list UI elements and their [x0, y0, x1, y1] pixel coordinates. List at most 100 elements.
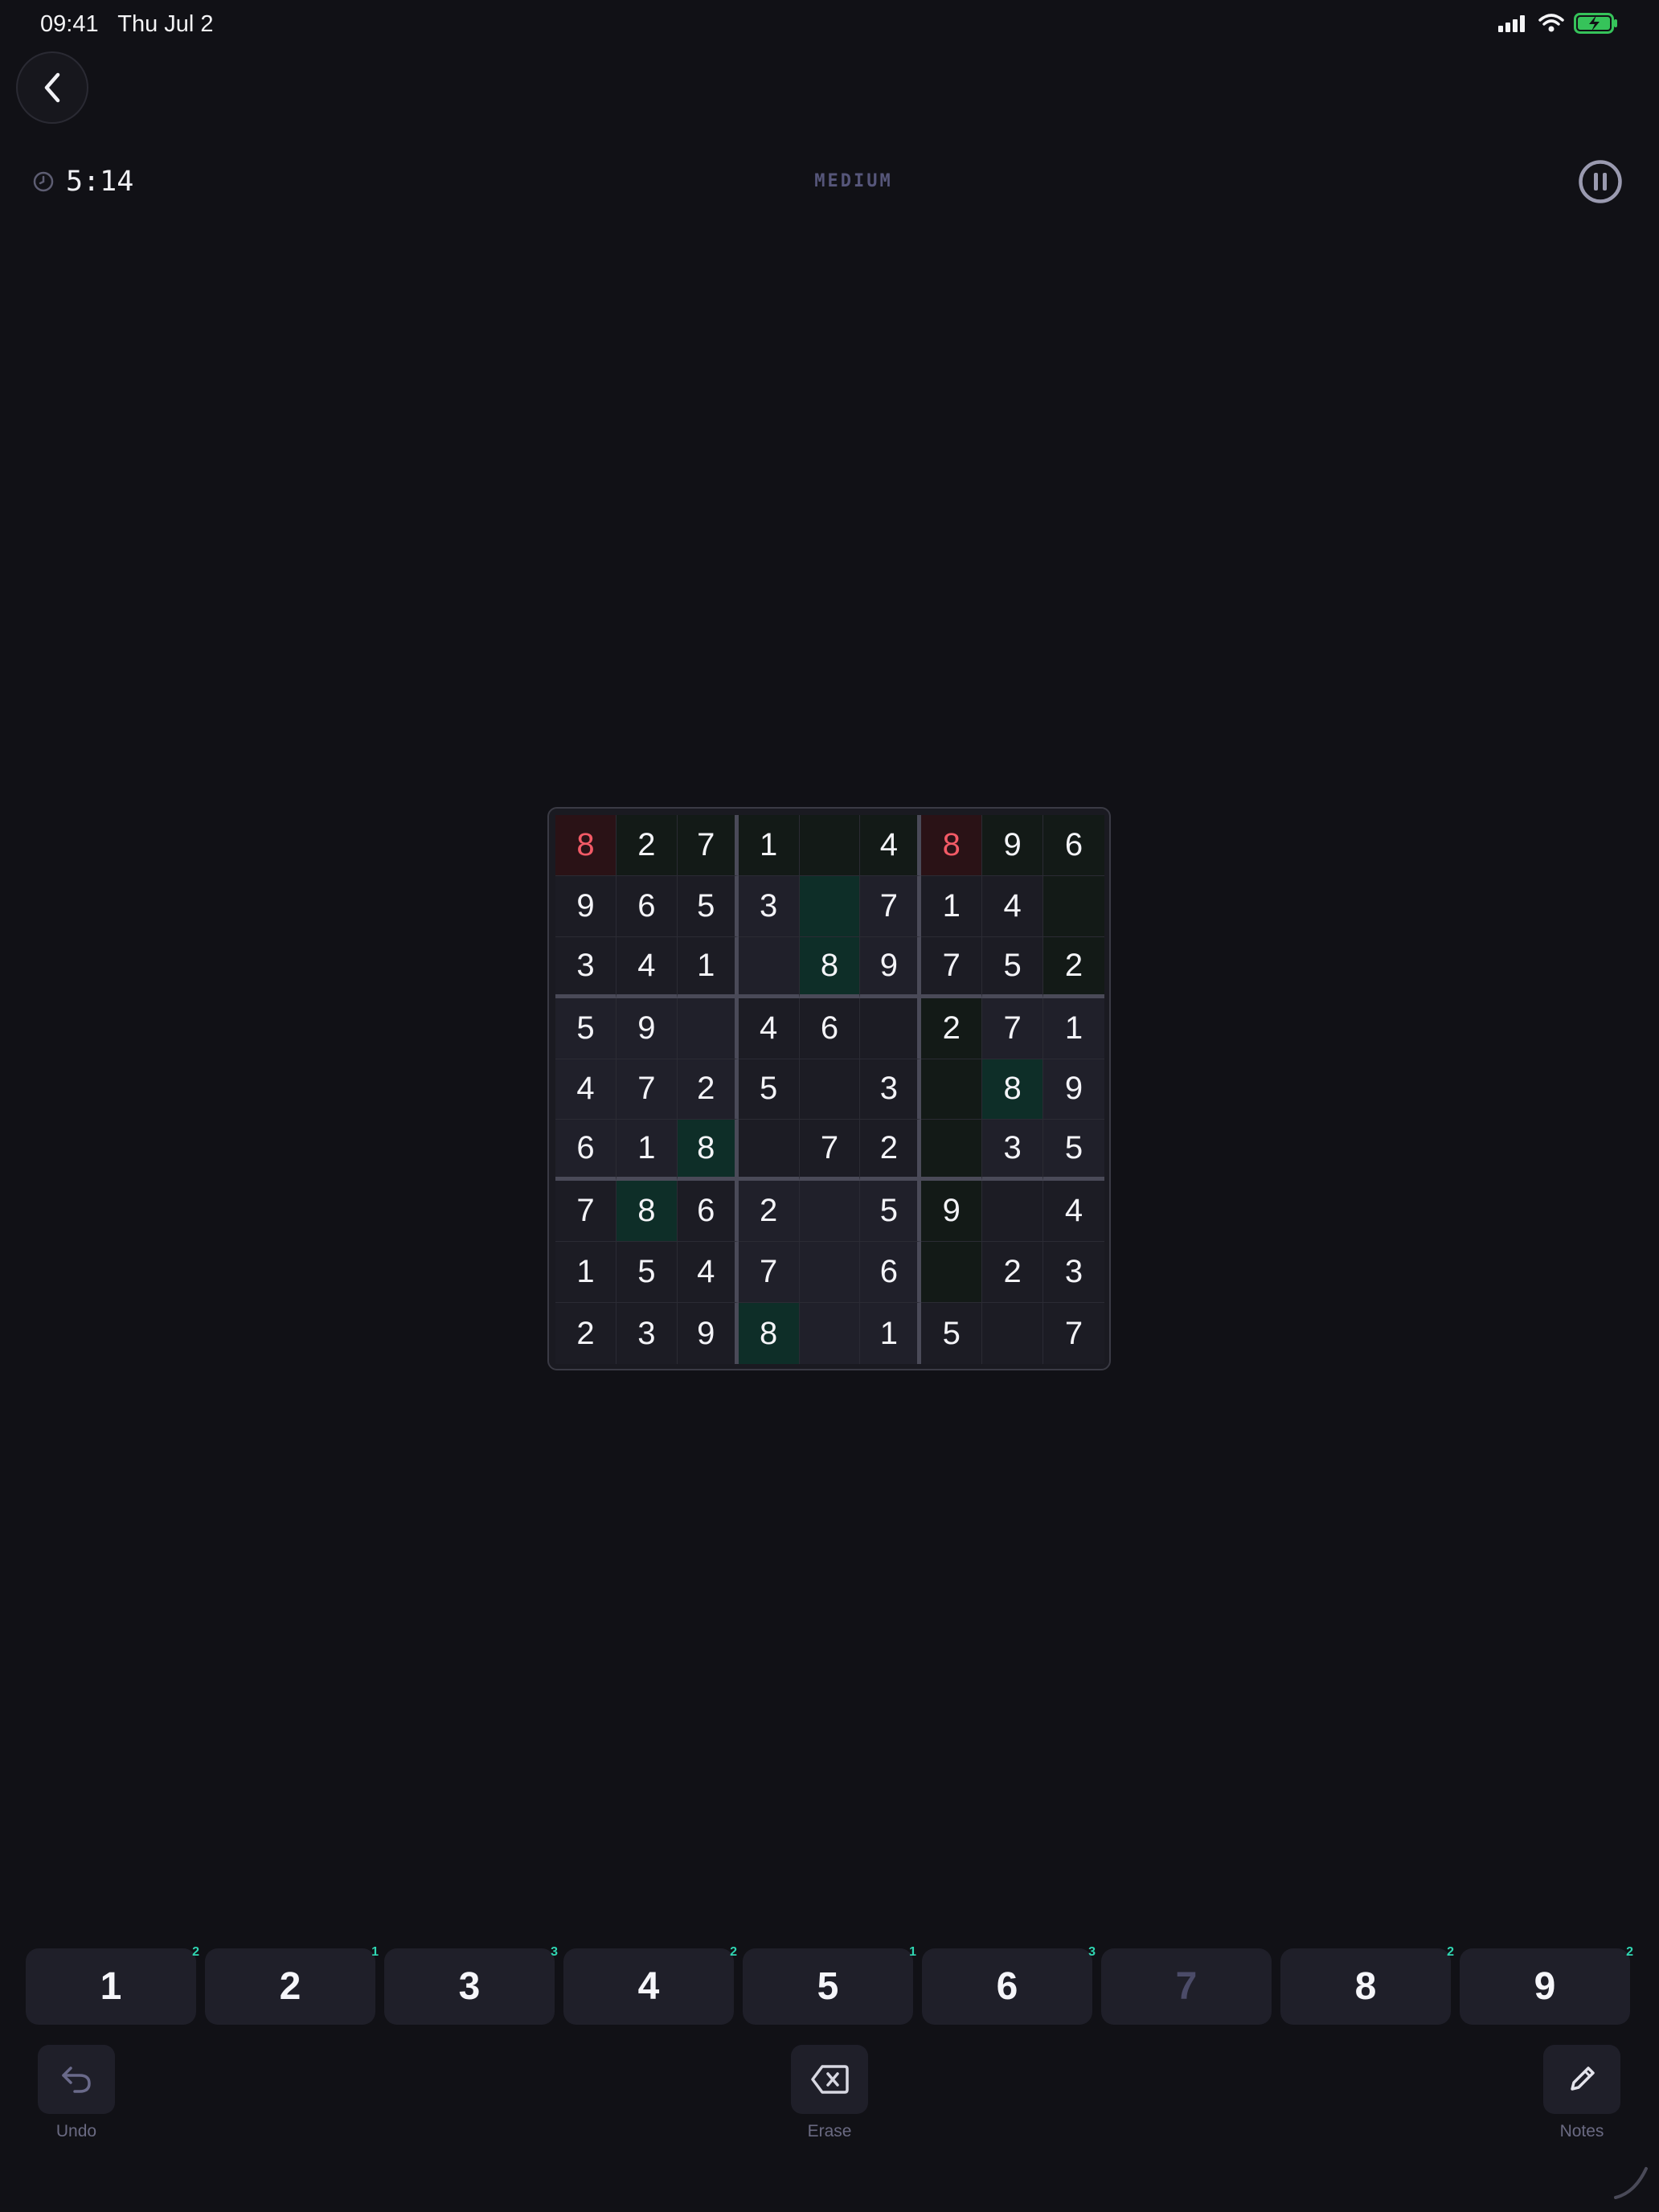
sudoku-cell[interactable] — [860, 997, 922, 1059]
sudoku-cell[interactable]: 4 — [738, 997, 800, 1059]
number-key-2[interactable]: 21 — [205, 1945, 379, 2025]
sudoku-cell[interactable]: 1 — [616, 1120, 678, 1182]
sudoku-cell[interactable]: 1 — [555, 1242, 616, 1304]
notes-button[interactable] — [1543, 2045, 1620, 2114]
sudoku-cell[interactable]: 6 — [616, 875, 678, 937]
sudoku-cell[interactable]: 5 — [616, 1242, 678, 1304]
sudoku-cell[interactable]: 1 — [677, 936, 739, 998]
sudoku-cell[interactable]: 9 — [1043, 1059, 1104, 1120]
sudoku-cell[interactable]: 3 — [982, 1120, 1044, 1182]
sudoku-cell[interactable]: 1 — [860, 1303, 922, 1364]
sudoku-cell[interactable]: 6 — [677, 1181, 739, 1243]
sudoku-cell[interactable]: 9 — [921, 1181, 983, 1243]
sudoku-cell[interactable]: 7 — [677, 815, 739, 876]
sudoku-cell[interactable]: 2 — [738, 1181, 800, 1243]
sudoku-cell[interactable] — [738, 1120, 800, 1182]
sudoku-cell[interactable]: 2 — [921, 997, 983, 1059]
sudoku-cell[interactable]: 4 — [555, 1059, 616, 1120]
sudoku-cell[interactable] — [677, 997, 739, 1059]
sudoku-cell[interactable] — [921, 1120, 983, 1182]
sudoku-cell[interactable]: 5 — [677, 875, 739, 937]
sudoku-cell[interactable]: 5 — [860, 1181, 922, 1243]
sudoku-cell[interactable] — [921, 1242, 983, 1304]
sudoku-cell[interactable]: 7 — [738, 1242, 800, 1304]
number-key-6[interactable]: 63 — [922, 1945, 1096, 2025]
sudoku-cell[interactable]: 8 — [982, 1059, 1044, 1120]
sudoku-cell[interactable]: 8 — [555, 815, 616, 876]
pause-button[interactable] — [1578, 159, 1623, 204]
sudoku-cell[interactable]: 8 — [799, 936, 861, 998]
sudoku-cell[interactable]: 9 — [860, 936, 922, 998]
undo-button[interactable] — [38, 2045, 115, 2114]
sudoku-cell[interactable]: 1 — [1043, 997, 1104, 1059]
sudoku-cell[interactable]: 4 — [860, 815, 922, 876]
sudoku-cell[interactable]: 7 — [860, 875, 922, 937]
sudoku-cell[interactable]: 2 — [1043, 936, 1104, 998]
sudoku-cell[interactable]: 4 — [982, 875, 1044, 937]
sudoku-cell[interactable]: 6 — [555, 1120, 616, 1182]
sudoku-cell[interactable] — [799, 1059, 861, 1120]
number-key-3[interactable]: 33 — [384, 1945, 558, 2025]
sudoku-cell[interactable] — [799, 1303, 861, 1364]
sudoku-cell[interactable]: 3 — [738, 875, 800, 937]
sudoku-cell[interactable] — [799, 1242, 861, 1304]
number-key-4[interactable]: 42 — [563, 1945, 737, 2025]
sudoku-cell[interactable] — [799, 1181, 861, 1243]
sudoku-cell[interactable]: 7 — [1043, 1303, 1104, 1364]
number-key-9[interactable]: 92 — [1460, 1945, 1633, 2025]
undo-label: Undo — [55, 2122, 97, 2140]
sudoku-cell[interactable]: 6 — [799, 997, 861, 1059]
sudoku-cell[interactable]: 9 — [616, 997, 678, 1059]
sudoku-cell[interactable]: 5 — [1043, 1120, 1104, 1182]
sudoku-cell[interactable]: 3 — [555, 936, 616, 998]
sudoku-cell[interactable] — [1043, 875, 1104, 937]
sudoku-cell[interactable]: 3 — [1043, 1242, 1104, 1304]
sudoku-cell[interactable]: 3 — [860, 1059, 922, 1120]
sudoku-cell[interactable]: 2 — [555, 1303, 616, 1364]
number-key-5[interactable]: 51 — [743, 1945, 916, 2025]
back-button[interactable] — [16, 51, 88, 124]
sudoku-cell[interactable]: 1 — [738, 815, 800, 876]
number-key-1[interactable]: 12 — [26, 1945, 199, 2025]
sudoku-cell[interactable]: 8 — [738, 1303, 800, 1364]
sudoku-cell[interactable] — [799, 875, 861, 937]
sudoku-cell[interactable]: 5 — [555, 997, 616, 1059]
sudoku-cell[interactable]: 8 — [677, 1120, 739, 1182]
sudoku-cell[interactable]: 3 — [616, 1303, 678, 1364]
status-icons — [1498, 13, 1619, 34]
sudoku-cell[interactable]: 7 — [799, 1120, 861, 1182]
sudoku-cell[interactable]: 2 — [677, 1059, 739, 1120]
sudoku-cell[interactable]: 9 — [555, 875, 616, 937]
sudoku-cell[interactable] — [799, 815, 861, 876]
sudoku-cell[interactable]: 4 — [677, 1242, 739, 1304]
number-key-label: 2 — [279, 1965, 301, 2008]
sudoku-cell[interactable] — [982, 1181, 1044, 1243]
sudoku-cell[interactable] — [738, 936, 800, 998]
sudoku-cell[interactable]: 7 — [921, 936, 983, 998]
sudoku-cell[interactable]: 8 — [921, 815, 983, 876]
number-key-8[interactable]: 82 — [1280, 1945, 1454, 2025]
sudoku-cell[interactable] — [921, 1059, 983, 1120]
sudoku-cell[interactable] — [982, 1303, 1044, 1364]
sudoku-cell[interactable]: 2 — [982, 1242, 1044, 1304]
sudoku-cell[interactable]: 4 — [1043, 1181, 1104, 1243]
sudoku-cell[interactable]: 4 — [616, 936, 678, 998]
sudoku-cell[interactable]: 6 — [1043, 815, 1104, 876]
sudoku-cell[interactable]: 9 — [677, 1303, 739, 1364]
number-key-7[interactable]: 7 — [1101, 1948, 1272, 2025]
sudoku-cell[interactable]: 7 — [555, 1181, 616, 1243]
sudoku-cell[interactable]: 5 — [982, 936, 1044, 998]
sudoku-cell[interactable]: 9 — [982, 815, 1044, 876]
sudoku-cell[interactable]: 2 — [860, 1120, 922, 1182]
sudoku-cell[interactable]: 7 — [616, 1059, 678, 1120]
sudoku-cell[interactable]: 5 — [738, 1059, 800, 1120]
remaining-count-badge: 2 — [192, 1945, 199, 1959]
erase-button[interactable] — [791, 2045, 868, 2114]
sudoku-cell[interactable]: 1 — [921, 875, 983, 937]
number-key-label: 4 — [637, 1965, 660, 2008]
sudoku-cell[interactable]: 7 — [982, 997, 1044, 1059]
sudoku-cell[interactable]: 5 — [921, 1303, 983, 1364]
sudoku-cell[interactable]: 8 — [616, 1181, 678, 1243]
sudoku-cell[interactable]: 6 — [860, 1242, 922, 1304]
sudoku-cell[interactable]: 2 — [616, 815, 678, 876]
